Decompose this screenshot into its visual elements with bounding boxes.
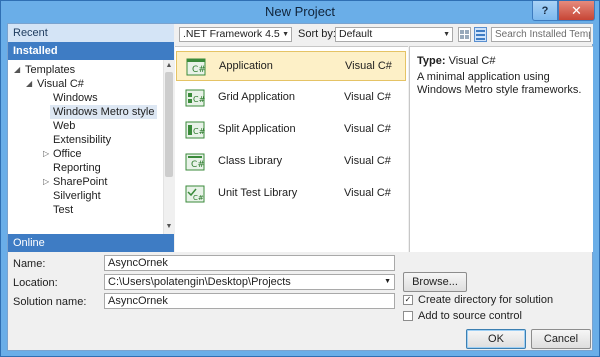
tree-item-test[interactable]: Test [53, 203, 73, 217]
csharp-class-library-icon: C# [185, 153, 205, 171]
tree-item-extensibility[interactable]: Extensibility [53, 133, 111, 147]
expanded-arrow-icon[interactable]: ◢ [14, 63, 20, 77]
list-view-icon [476, 30, 485, 40]
template-name: Unit Test Library [218, 187, 298, 199]
csharp-unit-test-library-icon: C# [185, 185, 205, 203]
tree-item-templates[interactable]: Templates [25, 63, 75, 77]
svg-text:C#: C# [192, 65, 206, 75]
template-name: Split Application [218, 123, 296, 135]
name-input[interactable]: AsyncOrnek [104, 255, 395, 271]
cancel-button[interactable]: Cancel [531, 329, 591, 349]
sort-dropdown[interactable]: Default ▼ [335, 27, 453, 42]
name-label: Name: [13, 258, 46, 270]
tree-item-reporting[interactable]: Reporting [53, 161, 101, 175]
tree-item-web[interactable]: Web [53, 119, 75, 133]
template-tree: ◢ Templates ◢ Visual C# Windows Windows … [8, 60, 163, 234]
tree-item-office[interactable]: Office [53, 147, 82, 161]
framework-value: .NET Framework 4.5 [183, 28, 280, 40]
template-language: Visual C# [344, 91, 391, 103]
medium-icons-view-button[interactable] [474, 27, 487, 42]
location-label: Location: [13, 277, 58, 289]
dialog-client: Recent Installed ◢ Templates ◢ Visual C#… [7, 23, 593, 351]
window-title: New Project [264, 4, 336, 19]
toolbar: .NET Framework 4.5 ▼ Sort by: Default ▼ … [175, 24, 593, 44]
svg-text:C#: C# [193, 127, 206, 136]
left-panel: Recent Installed ◢ Templates ◢ Visual C#… [8, 24, 174, 252]
tree-item-sharepoint[interactable]: SharePoint [53, 175, 107, 189]
browse-button[interactable]: Browse... [403, 272, 467, 292]
new-project-window: New Project ? ✕ Recent Installed ◢ Templ… [0, 0, 600, 357]
scroll-down-icon[interactable]: ▼ [164, 222, 174, 232]
collapsed-arrow-icon[interactable]: ▷ [43, 175, 49, 189]
template-language: Visual C# [345, 60, 392, 72]
scroll-up-icon[interactable]: ▲ [164, 61, 174, 71]
tree-item-silverlight[interactable]: Silverlight [53, 189, 101, 203]
csharp-grid-application-icon: C# [185, 89, 206, 107]
csharp-split-application-icon: C# [185, 121, 206, 139]
sort-by-label: Sort by: [298, 28, 336, 40]
template-language: Visual C# [344, 187, 391, 199]
create-directory-label[interactable]: Create directory for solution [418, 294, 553, 306]
scroll-thumb[interactable] [165, 72, 173, 177]
expanded-arrow-icon[interactable]: ◢ [26, 77, 32, 91]
online-section[interactable]: Online [8, 234, 174, 252]
template-details: Type: Visual C# A minimal application us… [409, 46, 593, 252]
type-label: Type: [417, 55, 446, 67]
framework-dropdown[interactable]: .NET Framework 4.5 ▼ [179, 27, 292, 42]
template-row[interactable]: C# Application Visual C# [176, 51, 406, 81]
location-dropdown[interactable]: C:\Users\polatengin\Desktop\Projects ▼ [104, 274, 395, 290]
template-list: C# Application Visual C# C# Grid Applica… [175, 46, 408, 252]
location-value: C:\Users\polatengin\Desktop\Projects [108, 276, 291, 288]
solution-name-input[interactable]: AsyncOrnek [104, 293, 395, 309]
add-source-control-checkbox[interactable] [403, 311, 413, 321]
sort-value: Default [339, 28, 373, 40]
template-row[interactable]: C# Grid Application Visual C# [176, 83, 406, 113]
template-row[interactable]: C# Split Application Visual C# [176, 115, 406, 145]
ok-button[interactable]: OK [466, 329, 526, 349]
tree-item-windows-metro-style[interactable]: Windows Metro style [50, 105, 158, 119]
tree-scrollbar[interactable]: ▲ ▼ [163, 60, 174, 234]
template-language: Visual C# [344, 155, 391, 167]
svg-text:C#: C# [193, 95, 206, 104]
svg-text:C#: C# [191, 160, 205, 170]
template-row[interactable]: C# Unit Test Library Visual C# [176, 179, 406, 209]
template-language: Visual C# [344, 123, 391, 135]
template-name: Class Library [218, 155, 283, 167]
template-row[interactable]: C# Class Library Visual C# [176, 147, 406, 177]
search-installed-templates-input[interactable]: Search Installed Temp [491, 27, 591, 42]
template-description: A minimal application using Windows Metr… [417, 71, 582, 96]
svg-text:C#: C# [193, 194, 204, 202]
chevron-down-icon: ▼ [282, 31, 289, 38]
chevron-down-icon: ▼ [384, 278, 391, 285]
add-source-control-label[interactable]: Add to source control [418, 310, 522, 322]
template-name: Grid Application [218, 91, 296, 103]
small-icons-icon [460, 30, 469, 39]
solution-name-label: Solution name: [13, 296, 87, 308]
small-icons-view-button[interactable] [458, 27, 471, 42]
chevron-down-icon: ▼ [443, 31, 450, 38]
create-directory-checkbox[interactable]: ✓ [403, 295, 413, 305]
tree-item-visual-csharp[interactable]: Visual C# [37, 77, 84, 91]
recent-section[interactable]: Recent [8, 24, 174, 42]
template-type: Type: Visual C# [417, 55, 495, 67]
close-button[interactable]: ✕ [558, 1, 595, 21]
type-value: Visual C# [448, 55, 496, 67]
template-name: Application [219, 60, 273, 72]
help-button[interactable]: ? [532, 1, 558, 21]
installed-section[interactable]: Installed [8, 42, 174, 60]
csharp-application-icon: C# [186, 58, 206, 76]
collapsed-arrow-icon[interactable]: ▷ [43, 147, 49, 161]
title-bar[interactable]: New Project ? ✕ [1, 1, 599, 23]
tree-item-windows[interactable]: Windows [53, 91, 98, 105]
